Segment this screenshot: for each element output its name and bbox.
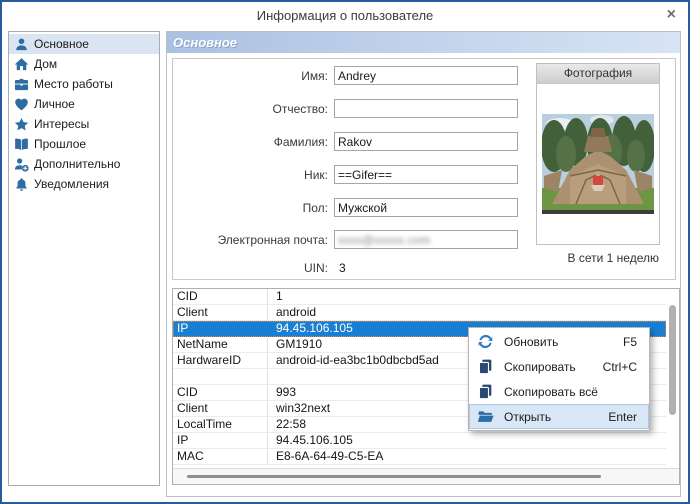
dialog-title: Информация о пользователе xyxy=(256,8,434,23)
table-row-key: IP xyxy=(173,321,268,336)
table-row-value: 94.45.106.105 xyxy=(276,433,353,447)
surname-label: Фамилия: xyxy=(273,135,328,149)
online-status: В сети 1 неделю xyxy=(567,251,659,265)
table-row[interactable]: MAC E8-6A-64-49-C5-EA xyxy=(173,449,666,465)
menu-item-label: Скопировать xyxy=(504,359,576,374)
sidebar-item-work[interactable]: Место работы xyxy=(9,74,159,94)
surname-field[interactable] xyxy=(334,132,518,151)
menu-item-label: Открыть xyxy=(504,409,552,424)
table-row[interactable]: Client android xyxy=(173,305,666,321)
middlename-field[interactable] xyxy=(334,99,518,118)
uin-value: 3 xyxy=(339,261,346,275)
person-icon xyxy=(16,38,27,50)
menu-item-open[interactable]: Открыть Enter xyxy=(469,404,649,429)
table-row-value: android xyxy=(276,305,317,319)
sidebar-item-label: Личное xyxy=(34,97,75,111)
user-photo[interactable] xyxy=(542,114,654,214)
folder-open-icon xyxy=(477,411,494,422)
table-row-key: Client xyxy=(173,401,268,416)
table-row-key: NetName xyxy=(173,337,268,352)
star-icon xyxy=(14,117,29,130)
middlename-label: Отчество: xyxy=(272,102,329,116)
bell-icon xyxy=(16,177,27,191)
person-add-icon xyxy=(14,157,29,172)
gender-field[interactable] xyxy=(334,198,518,217)
gender-label: Пол: xyxy=(302,201,328,215)
horizontal-scrollbar-thumb[interactable] xyxy=(187,475,601,478)
user-info-dialog: Информация о пользователе × Основное Дом… xyxy=(0,0,690,504)
sidebar-item-label: Интересы xyxy=(34,117,90,131)
sidebar-item-label: Место работы xyxy=(34,77,113,91)
home-icon xyxy=(14,57,29,70)
table-row-key: LocalTime xyxy=(173,417,268,432)
email-field[interactable]: xxxx@xxxxx.com xyxy=(334,230,518,249)
book-icon xyxy=(15,138,28,150)
photo-panel: Фотография xyxy=(536,63,660,245)
heart-icon xyxy=(15,98,28,110)
sidebar-item-home[interactable]: Дом xyxy=(9,54,159,74)
sidebar-item-label: Основное xyxy=(34,37,89,51)
copy-icon xyxy=(478,359,492,375)
briefcase-icon xyxy=(14,78,29,90)
nickname-label: Ник: xyxy=(304,168,328,182)
name-field[interactable] xyxy=(334,66,518,85)
email-label: Электронная почта: xyxy=(217,233,328,247)
email-obscured-value: xxxx@xxxxx.com xyxy=(338,233,431,247)
sidebar: Основное Дом Место работы Личное Интерес… xyxy=(8,31,160,486)
table-row-value: 1 xyxy=(276,289,283,303)
sidebar-item-label: Дополнительно xyxy=(34,157,121,171)
close-icon[interactable]: × xyxy=(667,5,676,25)
table-row-key: IP xyxy=(173,433,268,448)
table-row-key: HardwareID xyxy=(173,353,268,368)
menu-item-refresh[interactable]: Обновить F5 xyxy=(469,329,649,354)
table-row-key: CID xyxy=(173,385,268,400)
sidebar-item-additional[interactable]: Дополнительно xyxy=(9,154,159,174)
copy-icon xyxy=(478,384,492,400)
sidebar-item-personal[interactable]: Личное xyxy=(9,94,159,114)
menu-item-copy[interactable]: Скопировать Ctrl+C xyxy=(469,354,649,379)
title-bar[interactable]: Информация о пользователе × xyxy=(2,2,688,29)
sidebar-item-label: Уведомления xyxy=(34,177,110,191)
menu-item-label: Скопировать всё xyxy=(504,384,598,399)
sidebar-item-main[interactable]: Основное xyxy=(9,34,159,54)
table-row[interactable]: IP 94.45.106.105 xyxy=(173,433,666,449)
table-row-value: E8-6A-64-49-C5-EA xyxy=(276,449,384,463)
name-label: Имя: xyxy=(301,69,328,83)
table-row-key: Client xyxy=(173,305,268,320)
menu-item-copy-all[interactable]: Скопировать всё xyxy=(469,379,649,404)
table-row-key xyxy=(173,369,268,384)
context-menu: Обновить F5 Скопировать Ctrl+C Скопирова… xyxy=(468,327,650,431)
uin-label: UIN: xyxy=(304,261,328,275)
menu-item-shortcut: F5 xyxy=(622,334,637,349)
table-row-key: MAC xyxy=(173,449,268,464)
nickname-field[interactable] xyxy=(334,165,518,184)
table-row-key: CID xyxy=(173,289,268,304)
horizontal-scrollbar-track[interactable] xyxy=(173,468,679,484)
sidebar-item-past[interactable]: Прошлое xyxy=(9,134,159,154)
table-row[interactable]: CID 1 xyxy=(173,289,666,305)
vertical-scrollbar-thumb[interactable] xyxy=(669,305,676,415)
sidebar-item-label: Прошлое xyxy=(34,137,87,151)
menu-item-label: Обновить xyxy=(504,334,559,349)
menu-item-shortcut: Ctrl+C xyxy=(602,359,637,374)
sidebar-item-interests[interactable]: Интересы xyxy=(9,114,159,134)
section-header: Основное xyxy=(167,32,680,53)
refresh-icon xyxy=(478,334,493,349)
sidebar-item-label: Дом xyxy=(34,57,58,71)
menu-item-shortcut: Enter xyxy=(608,409,637,424)
sidebar-item-notifications[interactable]: Уведомления xyxy=(9,174,159,194)
photo-header: Фотография xyxy=(537,64,659,84)
